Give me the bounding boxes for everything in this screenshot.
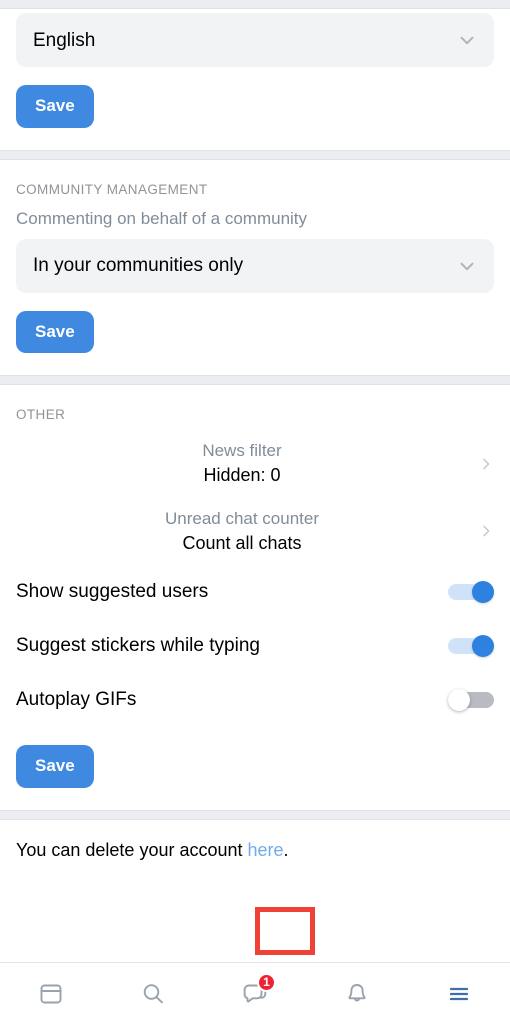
other-section: Other News filter Hidden: 0 Unread chat … bbox=[0, 385, 510, 810]
section-divider-1 bbox=[0, 149, 510, 160]
save-other-button[interactable]: Save bbox=[16, 744, 94, 788]
unread-chat-counter-value: Count all chats bbox=[182, 532, 302, 553]
news-filter-sublabel: News filter bbox=[202, 441, 282, 461]
show-suggested-users-row[interactable]: Show suggested users bbox=[16, 565, 494, 619]
section-divider-2 bbox=[0, 375, 510, 386]
toggle-knob bbox=[472, 634, 494, 657]
autoplay-gifs-row[interactable]: Autoplay GIFs bbox=[16, 673, 494, 727]
toggle-knob bbox=[448, 688, 470, 711]
nav-item-menu[interactable] bbox=[428, 971, 490, 1017]
chevron-down-icon bbox=[456, 255, 478, 277]
bell-icon bbox=[343, 980, 371, 1008]
news-filter-row[interactable]: News filter Hidden: 0 bbox=[16, 430, 494, 497]
news-filter-value: Hidden: 0 bbox=[203, 465, 281, 486]
bottom-navigation-bar: 1 bbox=[0, 962, 510, 1024]
section-divider-3 bbox=[0, 809, 510, 820]
show-suggested-users-label: Show suggested users bbox=[16, 580, 209, 602]
commenting-select[interactable]: In your communities only bbox=[16, 238, 494, 293]
news-icon bbox=[37, 980, 65, 1008]
autoplay-gifs-toggle[interactable] bbox=[448, 688, 494, 711]
nav-item-news[interactable] bbox=[20, 971, 82, 1017]
hamburger-menu-icon bbox=[445, 980, 473, 1008]
search-icon bbox=[139, 980, 167, 1008]
delete-account-link[interactable]: here bbox=[248, 840, 284, 860]
save-language-button[interactable]: Save bbox=[16, 85, 94, 128]
nav-item-search[interactable] bbox=[122, 971, 184, 1017]
unread-chat-counter-row[interactable]: Unread chat counter Count all chats bbox=[16, 498, 494, 565]
top-section-divider bbox=[0, 0, 510, 9]
nav-item-notifications[interactable] bbox=[326, 971, 388, 1017]
language-select-value: English bbox=[33, 29, 96, 51]
messages-unread-badge: 1 bbox=[257, 972, 276, 992]
settings-scroll-area[interactable]: English Save Community management Commen… bbox=[0, 0, 510, 962]
other-section-title: Other bbox=[16, 407, 66, 423]
language-select[interactable]: English bbox=[16, 13, 494, 67]
toggle-knob bbox=[472, 580, 494, 603]
commenting-select-value: In your communities only bbox=[33, 255, 244, 277]
delete-account-prefix: You can delete your account bbox=[16, 839, 248, 860]
suggest-stickers-label: Suggest stickers while typing bbox=[16, 634, 260, 656]
language-section: English Save bbox=[0, 13, 510, 150]
commenting-field-label: Commenting on behalf of a community bbox=[16, 208, 308, 228]
community-management-section: Community management Commenting on behal… bbox=[0, 159, 510, 376]
save-community-button[interactable]: Save bbox=[16, 310, 94, 354]
nav-item-messages[interactable]: 1 bbox=[224, 971, 286, 1017]
autoplay-gifs-label: Autoplay GIFs bbox=[16, 688, 137, 710]
suggest-stickers-row[interactable]: Suggest stickers while typing bbox=[16, 619, 494, 673]
chevron-down-icon bbox=[456, 29, 478, 51]
chevron-right-icon bbox=[478, 523, 494, 539]
delete-account-suffix: . bbox=[283, 839, 289, 860]
delete-account-text: You can delete your account here. bbox=[0, 819, 510, 883]
unread-chat-counter-sublabel: Unread chat counter bbox=[164, 508, 320, 528]
settings-screen: English Save Community management Commen… bbox=[0, 0, 510, 1024]
show-suggested-users-toggle[interactable] bbox=[448, 580, 494, 603]
chevron-right-icon bbox=[478, 456, 494, 472]
community-management-title: Community management bbox=[16, 181, 208, 197]
suggest-stickers-toggle[interactable] bbox=[448, 634, 494, 657]
